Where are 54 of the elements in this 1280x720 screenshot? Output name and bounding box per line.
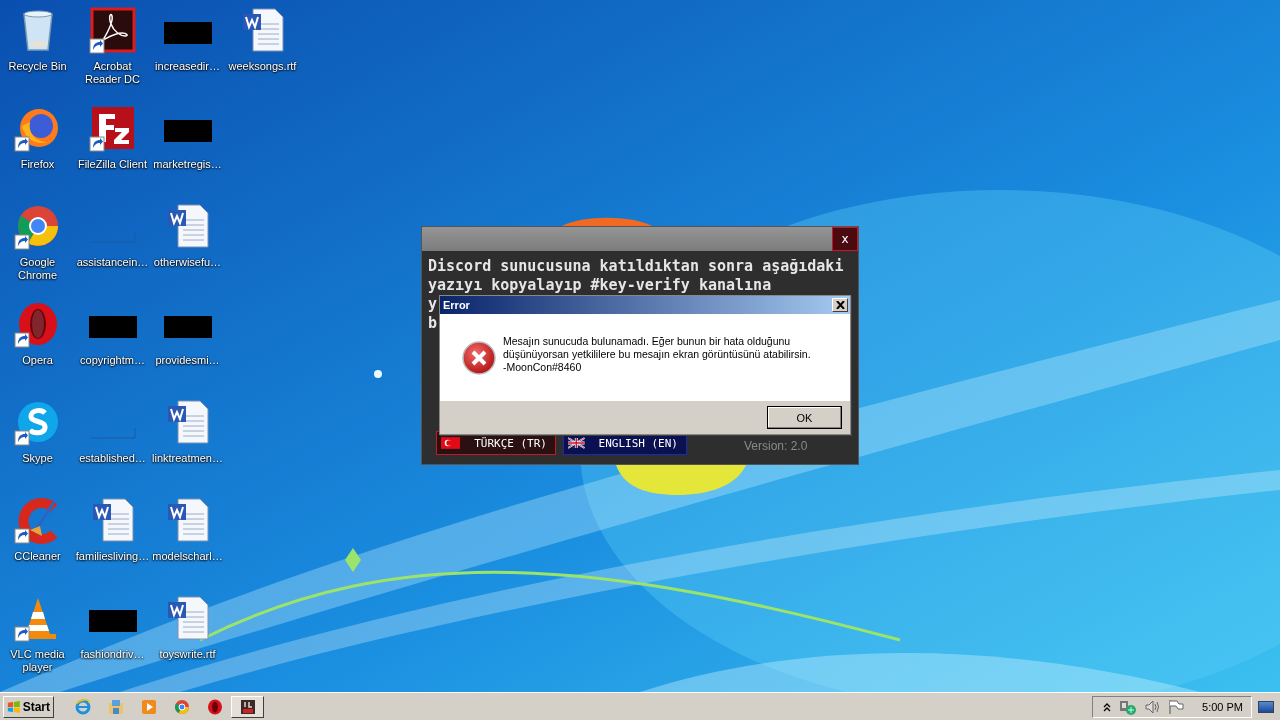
desktop-icon-label[interactable]: modelscharl… xyxy=(152,550,223,563)
desktop-icon-label[interactable]: VLC media player xyxy=(0,648,75,674)
desktop-icon-label[interactable]: Google Chrome xyxy=(0,256,75,282)
instruction-text: Discord sunucusuna katıldıktan sonra aşağıdaki xyxy=(428,257,844,276)
desktop-icon-label[interactable]: weeksongs.rtf xyxy=(228,60,297,73)
desktop-icon-label[interactable]: providesmi… xyxy=(155,354,220,367)
show-desktop-button[interactable] xyxy=(1258,700,1274,713)
desktop-icon-label[interactable]: established… xyxy=(79,452,146,465)
opera-icon xyxy=(206,698,223,715)
desktop-icon-label[interactable]: assistancein… xyxy=(76,256,149,269)
ok-button[interactable]: OK xyxy=(767,406,842,429)
chrome-icon xyxy=(173,698,190,715)
windows-logo-icon xyxy=(7,699,21,714)
desktop-icon-label[interactable]: Acrobat Reader DC xyxy=(75,60,150,86)
taskbar-button[interactable] xyxy=(231,695,264,718)
desktop-icon-label[interactable]: CCleaner xyxy=(14,550,61,563)
network-icon[interactable] xyxy=(1119,698,1137,715)
close-button[interactable] xyxy=(832,298,848,312)
error-message: düşünüyorsan yetkililere bu mesajın ekran görüntüsünü atabilirsin. xyxy=(503,348,811,361)
folder-icon xyxy=(107,698,124,715)
desktop-icon-label[interactable]: toyswrite.rtf xyxy=(159,648,216,661)
flag-icon[interactable] xyxy=(1168,698,1185,715)
desktop-icon-label[interactable]: Opera xyxy=(22,354,53,367)
instruction-text: y xyxy=(428,295,438,314)
error-icon xyxy=(462,340,496,375)
internet-explorer-icon xyxy=(74,698,91,715)
instruction-text: b xyxy=(428,314,438,333)
clock-time[interactable]: 5:00 PM xyxy=(1202,700,1243,713)
desktop-icon-label[interactable]: Recycle Bin xyxy=(8,60,67,73)
turkish-flag-icon xyxy=(441,434,461,452)
close-icon xyxy=(835,301,845,309)
version-text: Version: 2.0 xyxy=(744,439,808,453)
desktop-icon-label[interactable]: linktreatmen… xyxy=(152,452,223,465)
desktop-icon-label[interactable]: copyrightm… xyxy=(80,354,145,367)
desktop-icon-label[interactable]: Firefox xyxy=(20,158,55,171)
leaf-drawing xyxy=(345,548,361,572)
media-player-icon xyxy=(140,698,157,715)
desktop-icon-label[interactable]: familiesliving… xyxy=(75,550,150,563)
close-button[interactable]: x xyxy=(832,227,858,251)
speaker-icon[interactable] xyxy=(1144,698,1161,715)
dialog-title: Error xyxy=(443,299,470,311)
desktop-icon-label[interactable]: otherwisefu… xyxy=(153,256,222,269)
application-icon xyxy=(239,698,256,715)
desktop-icon-label[interactable]: marketregis… xyxy=(153,158,222,171)
start-button[interactable]: Start xyxy=(3,695,54,718)
shortcut-acrobat-icon[interactable] xyxy=(88,6,137,54)
error-message: -MoonCon#8460 xyxy=(503,361,583,374)
desktop-icon-label[interactable]: increasedir… xyxy=(155,60,220,73)
instruction-text: yazıyı kopyalayıp #key-verify kanalına xyxy=(428,276,772,295)
error-message: Mesajın sunucuda bulunamadı. Eğer bunun bir hata olduğunu xyxy=(503,335,792,348)
chevron-up-icon[interactable] xyxy=(1103,701,1112,712)
desktop-icon-label[interactable]: FileZilla Client xyxy=(77,158,148,171)
desktop-icon-label[interactable]: Skype xyxy=(22,452,53,465)
shortcut-filezilla-icon[interactable] xyxy=(88,104,137,152)
